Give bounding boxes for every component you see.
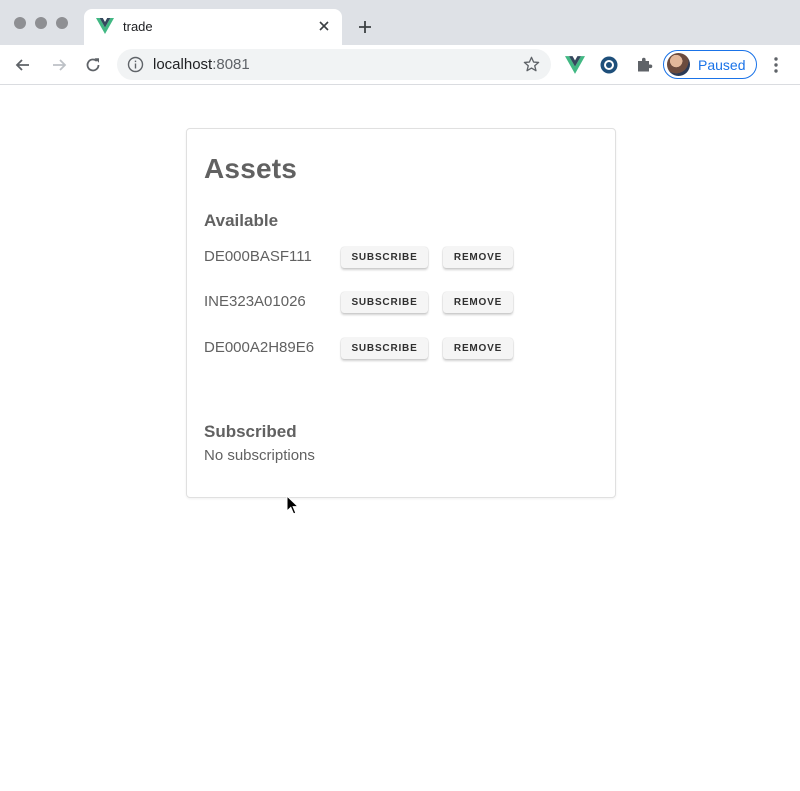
subscribe-button[interactable]: SUBSCRIBE	[341, 292, 428, 313]
globe-extension-icon[interactable]	[599, 55, 619, 75]
reload-icon[interactable]	[83, 55, 103, 75]
close-tab-icon[interactable]	[316, 18, 332, 34]
profile-status: Paused	[698, 57, 746, 73]
asset-id: INE323A01026	[204, 293, 306, 310]
asset-row: DE000BASF111 SUBSCRIBE REMOVE	[204, 243, 604, 273]
subscribed-heading: Subscribed	[204, 422, 297, 441]
forward-arrow-icon[interactable]	[49, 55, 69, 75]
extensions-puzzle-icon[interactable]	[634, 55, 654, 75]
bookmark-star-icon[interactable]	[522, 55, 541, 74]
address-bar[interactable]: localhost:8081	[117, 49, 551, 80]
back-arrow-icon[interactable]	[13, 55, 33, 75]
asset-id: DE000A2H89E6	[204, 339, 315, 356]
remove-button[interactable]: REMOVE	[443, 247, 513, 268]
minimize-window-button[interactable]	[35, 17, 47, 29]
tab-strip: trade	[0, 0, 800, 45]
profile-button[interactable]: Paused	[663, 50, 757, 79]
browser-tab[interactable]: trade	[84, 9, 342, 45]
remove-button[interactable]: REMOVE	[443, 292, 513, 313]
subscribe-button[interactable]: SUBSCRIBE	[341, 338, 428, 359]
asset-row: INE323A01026 SUBSCRIBE REMOVE	[204, 288, 604, 318]
tab-title: trade	[123, 19, 153, 34]
page-title: Assets	[204, 153, 298, 184]
vue-devtools-extension-icon[interactable]	[565, 55, 585, 75]
url-text: localhost:8081	[153, 56, 250, 73]
browser-toolbar: localhost:8081 Paused	[0, 45, 800, 85]
site-info-icon[interactable]	[127, 56, 144, 73]
vue-logo-icon	[96, 18, 114, 34]
asset-row: DE000A2H89E6 SUBSCRIBE REMOVE	[204, 334, 604, 364]
empty-subscriptions-text: No subscriptions	[204, 447, 315, 464]
asset-id: DE000BASF111	[204, 248, 312, 265]
maximize-window-button[interactable]	[56, 17, 68, 29]
avatar	[667, 53, 690, 76]
available-heading: Available	[204, 211, 279, 230]
subscribe-button[interactable]: SUBSCRIBE	[341, 247, 428, 268]
close-window-button[interactable]	[14, 17, 26, 29]
assets-card: Assets Available DE000BASF111 SUBSCRIBE …	[186, 128, 616, 498]
more-menu-icon[interactable]	[768, 55, 784, 75]
remove-button[interactable]: REMOVE	[443, 338, 513, 359]
mouse-cursor-icon	[286, 495, 300, 515]
new-tab-icon[interactable]	[356, 18, 374, 36]
